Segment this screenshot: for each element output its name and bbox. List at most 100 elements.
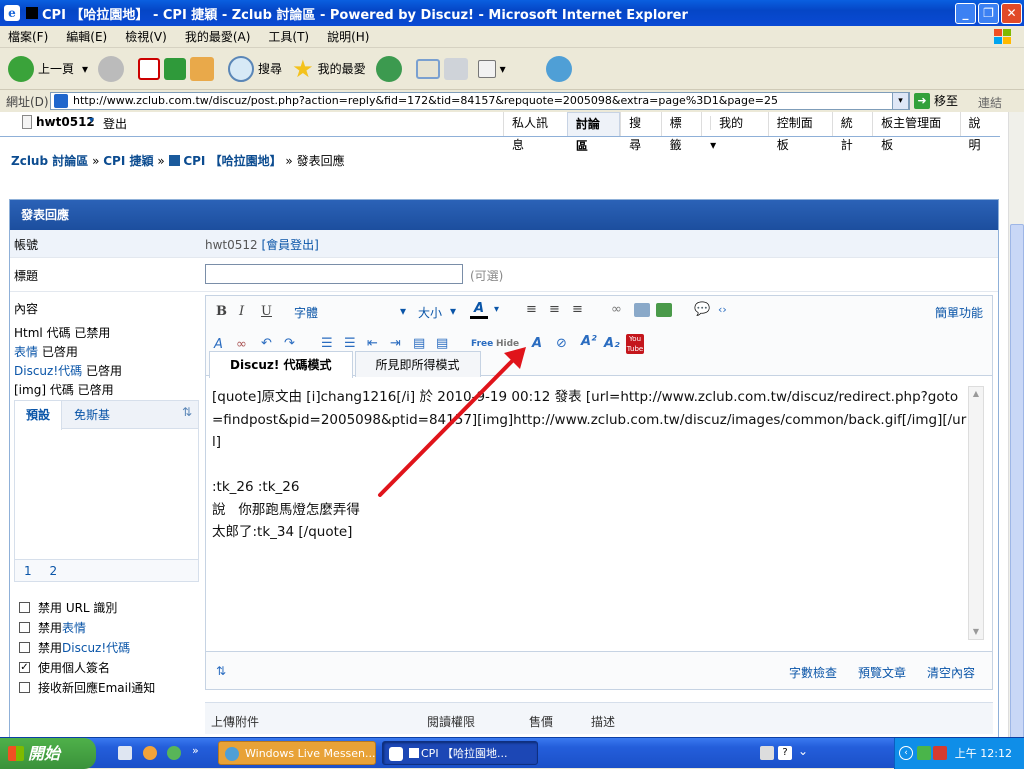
address-input[interactable]: http://www.zclub.com.tw/discuz/post.php?…	[50, 92, 910, 110]
search-button[interactable]: 搜尋	[228, 55, 282, 82]
breadcrumb-forum2[interactable]: CPI 【哈拉園地】	[183, 154, 281, 168]
undo-icon[interactable]: ↶	[261, 336, 272, 351]
editor-scrollbar[interactable]: ▲ ▼	[968, 386, 984, 640]
user-menu-chevron-icon[interactable]: ▾	[89, 115, 94, 126]
nav-pm[interactable]: 私人訊息	[503, 112, 567, 152]
back-button[interactable]: 上一頁 ▾	[8, 55, 88, 82]
italic-button[interactable]: I	[239, 304, 244, 319]
favorites-button[interactable]: ★ 我的最愛	[292, 55, 366, 83]
help-tray-icon[interactable]: ?	[778, 746, 792, 760]
forward-button[interactable]	[98, 55, 125, 82]
links-label[interactable]: 連結	[978, 94, 1002, 111]
checkbox[interactable]	[19, 641, 30, 653]
quote-icon[interactable]: 💬	[694, 302, 710, 317]
checkbox[interactable]	[19, 681, 30, 693]
task-messenger[interactable]: Windows Live Messen...	[218, 741, 376, 765]
checkbox[interactable]	[19, 601, 30, 613]
quicklaunch-media-icon[interactable]	[143, 746, 157, 760]
word-count-link[interactable]: 字數檢查	[789, 664, 837, 681]
resize-icon[interactable]: ⇅	[216, 664, 226, 678]
edit-word-icon[interactable]	[477, 59, 496, 78]
checkbox-checked[interactable]: ✓	[19, 661, 30, 673]
quicklaunch-desktop-icon[interactable]	[118, 746, 132, 760]
go-button[interactable]: ➜ 移至	[914, 92, 958, 109]
align-left-icon[interactable]: ≡	[526, 302, 537, 317]
refresh-icon[interactable]	[164, 57, 187, 80]
menu-favorites[interactable]: 我的最愛(A)	[185, 28, 251, 45]
flash-icon[interactable]: ⊘	[556, 336, 567, 351]
task-ie-window[interactable]: CPI 【哈拉園地...	[382, 741, 538, 765]
ordered-list-icon[interactable]: ☰	[321, 336, 333, 351]
expand-smiley-icon[interactable]: ⇅	[182, 405, 192, 419]
start-button[interactable]: 開始	[0, 738, 96, 769]
clear-content-link[interactable]: 清空內容	[927, 664, 975, 681]
youtube-icon[interactable]: You Tube	[626, 334, 644, 354]
nav-control-panel[interactable]: 控制面板	[767, 112, 832, 152]
underline-button[interactable]: U	[261, 304, 272, 319]
quicklaunch-more-icon[interactable]: »	[192, 744, 199, 757]
text-color-dropdown-icon[interactable]: ▾	[494, 304, 499, 315]
tray-security-icon[interactable]	[933, 746, 947, 760]
print-icon[interactable]	[443, 57, 468, 80]
page-scrollbar[interactable]	[1008, 112, 1024, 749]
align-right-icon[interactable]: ≡	[572, 302, 583, 317]
option-use-signature[interactable]: ✓ 使用個人簽名	[19, 657, 155, 677]
title-input[interactable]	[205, 264, 463, 284]
home-icon[interactable]	[190, 56, 215, 81]
simple-mode-link[interactable]: 簡單功能	[935, 304, 983, 321]
nav-tags[interactable]: 標籤	[660, 112, 701, 152]
smilies-link[interactable]: 表情	[14, 345, 38, 359]
smiley-tab-mianski[interactable]: 免斯基	[63, 401, 121, 429]
tray-network-icon[interactable]	[917, 746, 931, 760]
nav-help[interactable]: 說明	[959, 112, 1000, 152]
close-button[interactable]: ✕	[1001, 3, 1022, 24]
option-email-notify[interactable]: 接收新回應Email通知	[19, 677, 155, 697]
history-icon[interactable]	[375, 55, 402, 82]
breadcrumb-home[interactable]: Zclub 討論區	[11, 154, 88, 168]
image-icon[interactable]	[634, 303, 650, 317]
editor-textarea[interactable]: [quote]原文由 [i]chang1216[/i] 於 2010-9-19 …	[212, 386, 967, 544]
nav-search[interactable]: 搜尋	[620, 112, 660, 152]
smiley-page-1[interactable]: 1	[24, 564, 32, 578]
tray-expand-icon[interactable]: ‹	[899, 746, 913, 760]
smiley-tab-default[interactable]: 預設	[15, 401, 63, 430]
nav-moderator[interactable]: 板主管理面板	[872, 112, 959, 152]
unordered-list-icon[interactable]: ☰	[344, 336, 356, 351]
text-color-button[interactable]: A	[470, 301, 488, 319]
subscript-icon[interactable]: A₂	[604, 336, 620, 351]
maximize-button[interactable]: ❐	[978, 3, 999, 24]
stop-icon[interactable]	[138, 57, 161, 80]
logout-link[interactable]: 登出	[103, 115, 127, 132]
menu-edit[interactable]: 編輯(E)	[66, 28, 107, 45]
remove-format-icon[interactable]: A	[214, 337, 223, 352]
mail-icon[interactable]	[415, 58, 440, 79]
keyboard-icon[interactable]	[760, 746, 774, 760]
link-icon[interactable]: ∞	[611, 302, 622, 317]
menu-file[interactable]: 檔案(F)	[8, 28, 48, 45]
smiley-page-2[interactable]: 2	[49, 564, 57, 578]
nav-forum[interactable]: 討論區	[566, 112, 621, 153]
menu-tools[interactable]: 工具(T)	[268, 28, 309, 45]
member-logout-link[interactable]: [會員登出]	[262, 238, 319, 252]
ime-icon[interactable]: ⌄	[798, 744, 808, 758]
unlink-icon[interactable]: ∞	[236, 337, 247, 352]
discuz-code-link[interactable]: Discuz!代碼	[14, 364, 82, 378]
font-select[interactable]: 字體 ▾	[294, 304, 406, 321]
menu-help[interactable]: 說明(H)	[327, 28, 369, 45]
media-icon[interactable]	[656, 303, 672, 317]
tab-discuz-code[interactable]: Discuz! 代碼模式	[209, 351, 353, 378]
superscript-icon[interactable]: A²	[581, 334, 597, 349]
minimize-button[interactable]: _	[955, 3, 976, 24]
preview-link[interactable]: 預覽文章	[858, 664, 906, 681]
redo-icon[interactable]: ↷	[284, 336, 295, 351]
scrollbar-thumb[interactable]	[1010, 224, 1024, 749]
menu-view[interactable]: 檢視(V)	[125, 28, 167, 45]
nav-stats[interactable]: 統計	[831, 112, 872, 152]
option-disable-url[interactable]: 禁用 URL 識別	[19, 597, 155, 617]
username[interactable]: hwt0512	[36, 115, 95, 129]
messenger-icon[interactable]	[545, 55, 572, 82]
checkbox[interactable]	[19, 621, 30, 633]
address-dropdown-button[interactable]: ▾	[892, 92, 909, 110]
nav-my[interactable]: 我的 ▾	[701, 112, 768, 152]
quicklaunch-messenger-icon[interactable]	[167, 746, 181, 760]
